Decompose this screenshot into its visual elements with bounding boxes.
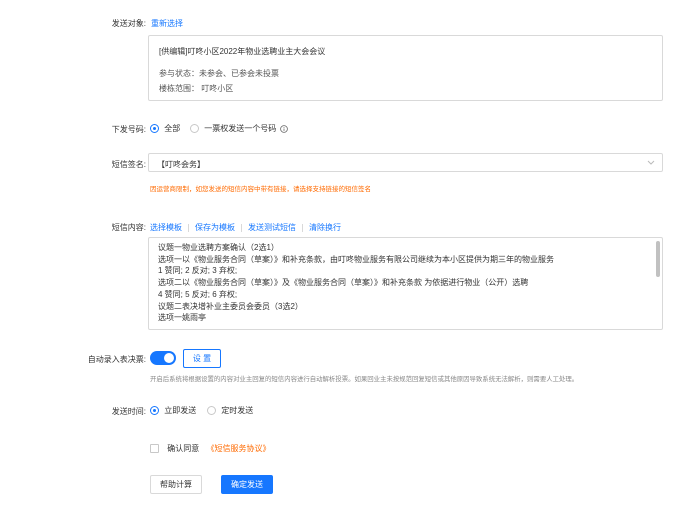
- send-scheduled-option[interactable]: 定时发送: [207, 405, 253, 416]
- sms-agreement-link[interactable]: 《短信服务协议》: [206, 444, 270, 453]
- radio-unchecked-icon[interactable]: [207, 406, 216, 416]
- content-actions: 选择模板 保存为模板 发送测试短信 清除换行: [150, 222, 341, 233]
- issue-option-all[interactable]: 全部: [150, 123, 180, 134]
- auto-record-settings-button[interactable]: 设 置: [183, 349, 221, 368]
- divider: [241, 223, 242, 232]
- building-scope: 楼栋范围： 叮咚小区: [159, 84, 234, 93]
- signature-selected-value: 【叮咚会务】: [157, 160, 205, 169]
- select-template-link[interactable]: 选择模板: [150, 223, 182, 232]
- signature-warning: 因运营商限制，如您发送的短信内容中带有链接，请选择支持链接的短信签名: [150, 186, 371, 193]
- content-line: 议题二表决增补业主委员会委员（3选2）: [158, 301, 303, 311]
- issue-label: 下发号码:: [111, 125, 146, 134]
- send-time-label: 发送时间:: [111, 407, 146, 416]
- content-label: 短信内容:: [111, 223, 146, 232]
- help-calculate-button[interactable]: 帮助计算: [150, 475, 202, 494]
- issue-option-all-label: 全部: [164, 124, 181, 133]
- divider: [302, 223, 303, 232]
- toggle-knob: [164, 353, 174, 363]
- content-line: 选项一姚雨亭: [158, 313, 206, 323]
- issue-option-one[interactable]: 一票权发送一个号码: [190, 123, 289, 134]
- agreement-text: 确认同意: [167, 444, 200, 453]
- textarea-scrollbar[interactable]: [656, 241, 660, 277]
- agreement-row: 确认同意 《短信服务协议》: [150, 443, 270, 454]
- content-line: 选项一以《物业服务合同（草案）》和补充条款，由叮咚物业服务有限公司继续为本小区提…: [158, 254, 554, 264]
- confirm-send-button[interactable]: 确定发送: [221, 475, 273, 494]
- sms-content-lines: 议题一物业选聘方案确认（2选1） 选项一以《物业服务合同（草案）》和补充条款，由…: [158, 242, 648, 324]
- signature-label: 短信签名:: [111, 160, 146, 169]
- agreement-checkbox[interactable]: [150, 444, 159, 454]
- radio-checked-icon[interactable]: [150, 406, 159, 416]
- target-label: 发送对象:: [111, 19, 146, 28]
- chevron-down-icon: [647, 160, 655, 165]
- info-circle-icon[interactable]: [280, 125, 289, 133]
- auto-record-hint: 开启后系统将根据设置的内容对业主回复的短信内容进行自动解析投票。如果回业主未按规…: [150, 376, 579, 383]
- radio-checked-icon[interactable]: [150, 124, 159, 134]
- send-now-option[interactable]: 立即发送: [150, 405, 196, 416]
- send-scheduled-label: 定时发送: [221, 406, 254, 415]
- participation-status: 参与状态：未参会、已参会未投票: [159, 69, 279, 78]
- content-line: 1 赞同; 2 反对; 3 弃权;: [158, 266, 238, 276]
- auto-record-label: 自动录入表决票:: [87, 355, 146, 364]
- save-template-link[interactable]: 保存为模板: [195, 223, 235, 232]
- issue-option-one-label: 一票权发送一个号码: [204, 124, 277, 133]
- clear-linebreaks-link[interactable]: 清除换行: [309, 223, 341, 232]
- send-test-sms-link[interactable]: 发送测试短信: [248, 223, 296, 232]
- meeting-title: [供编辑]叮咚小区2022年物业选聘业主大会会议: [159, 47, 326, 56]
- send-now-label: 立即发送: [164, 406, 197, 415]
- target-info-box: [供编辑]叮咚小区2022年物业选聘业主大会会议 参与状态：未参会、已参会未投票…: [148, 35, 663, 101]
- divider: [188, 223, 189, 232]
- signature-select[interactable]: 【叮咚会务】: [148, 153, 663, 172]
- content-line: 4 赞同; 5 反对; 6 弃权;: [158, 289, 238, 299]
- content-line: 议题一物业选聘方案确认（2选1）: [158, 243, 279, 252]
- reselect-link[interactable]: 重新选择: [151, 18, 183, 29]
- sms-content-textarea[interactable]: 议题一物业选聘方案确认（2选1） 选项一以《物业服务合同（草案）》和补充条款，由…: [148, 237, 663, 330]
- auto-record-toggle[interactable]: [150, 351, 176, 365]
- content-line: 选项二以《物业服务合同（草案）》及《物业服务合同（草案）》和补充条款 为依据进行…: [158, 278, 529, 288]
- radio-unchecked-icon[interactable]: [190, 124, 199, 134]
